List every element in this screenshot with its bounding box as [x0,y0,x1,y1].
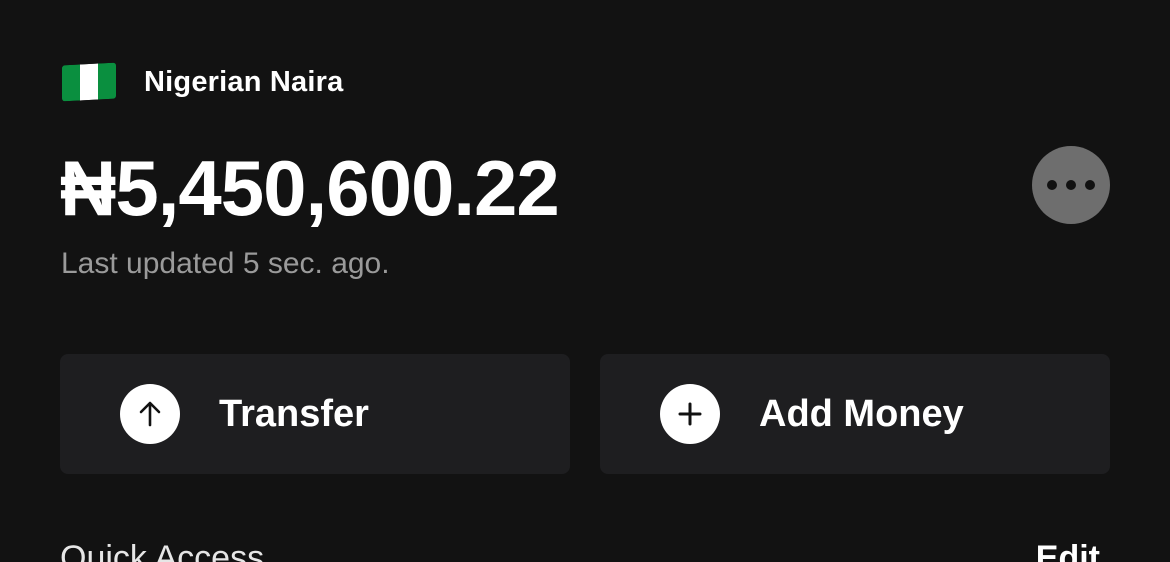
transfer-button[interactable]: Transfer [60,354,570,474]
arrow-up-icon [120,384,180,444]
account-balance: ₦5,450,600.22 [60,144,560,232]
transfer-label: Transfer [219,392,369,435]
more-horizontal-icon [1047,180,1095,190]
currency-header[interactable]: Nigerian Naira [62,62,343,102]
quick-access-title: Quick Access [60,539,265,562]
flag-stripe-center [80,63,98,101]
flag-stripe-right [98,62,116,100]
currency-name: Nigerian Naira [144,65,344,98]
add-money-label: Add Money [759,392,964,435]
nigeria-flag-icon [62,62,116,102]
last-updated-text: Last updated 5 sec. ago. [61,247,390,280]
add-money-button[interactable]: Add Money [600,354,1110,474]
more-options-button[interactable] [1032,146,1110,224]
flag-stripe-left [62,64,80,102]
edit-quick-access-button[interactable]: Edit [1036,538,1100,562]
plus-icon [660,384,720,444]
